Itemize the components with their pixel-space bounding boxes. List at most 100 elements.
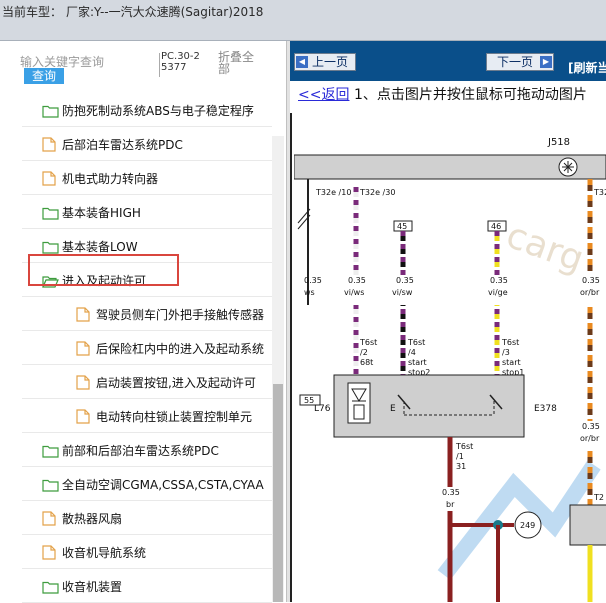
color-label-5: or/br (580, 288, 600, 297)
tree-item[interactable]: 后部泊车雷达系统PDC (22, 127, 272, 161)
box-45-label: 45 (397, 222, 407, 231)
device-l76: L76 (314, 404, 331, 414)
instruction-row: <<返回 1、点击图片并按住鼠标可拖动动图片 (290, 81, 606, 105)
bottom-pin-c: 31 (456, 462, 466, 471)
pin-label-2a: T6st (359, 338, 377, 347)
tree-item-label: 散热器风扇 (62, 512, 123, 526)
tree-item[interactable]: 启动装置按钮,进入及起动许可 (22, 365, 272, 399)
diagram-frame (290, 113, 292, 602)
tree-item-label: 后部泊车雷达系统PDC (62, 138, 183, 152)
prev-page-label: 上一页 (312, 55, 349, 69)
tree-item-label: 基本装备LOW (62, 240, 138, 254)
pc-code: PC.30-25377 (161, 51, 200, 73)
selected-item-highlight (28, 254, 179, 286)
tree-item[interactable]: 前部和后部泊车雷达系统PDC (22, 433, 272, 467)
box-55-label: 55 (304, 396, 314, 405)
connector-label-2: T32e /30 (359, 188, 395, 197)
gauge-label-1: 0.35 (304, 276, 322, 285)
right-color: or/br (580, 434, 600, 443)
pin-label-3a: T6st (407, 338, 425, 347)
refresh-link[interactable]: [刷新当 (568, 59, 606, 76)
file-icon (42, 545, 58, 560)
pin-label-2b: /2 (360, 348, 368, 357)
folder-icon (42, 477, 59, 492)
tree-item[interactable]: 防抱死制动系统ABS与电子稳定程序 (22, 93, 272, 127)
resistor (353, 404, 365, 420)
next-page-button[interactable]: 下一页 ▶ (486, 53, 554, 71)
right-gauge: 0.35 (582, 422, 600, 431)
device-e378: E378 (534, 404, 557, 414)
tree-item[interactable]: 收音机导航系统 (22, 535, 272, 569)
box-46-label: 46 (491, 222, 501, 231)
color-label-1: ws (304, 288, 315, 297)
connector-label-1: T32e /10 (315, 188, 351, 197)
right-module (569, 504, 606, 546)
prev-page-button[interactable]: ◀ 上一页 (294, 53, 356, 71)
ground-label: 249 (520, 521, 535, 530)
file-icon (76, 375, 92, 390)
color-label-2: vi/ws (344, 288, 364, 297)
search-button[interactable]: 查询 (24, 68, 64, 84)
tree-item-label: 基本装备HIGH (62, 206, 141, 220)
pin-label-4a: T6st (501, 338, 519, 347)
bottom-gauge: 0.35 (442, 488, 460, 497)
gauge-label-3: 0.35 (396, 276, 414, 285)
file-icon (76, 341, 92, 356)
pin-label-4b: /3 (502, 348, 510, 357)
nav-bar: ◀ 上一页 下一页 ▶ [刷新当 (290, 41, 606, 81)
device-e: E (390, 404, 396, 414)
tree-item[interactable]: 后保险杠内中的进入及起动系统 (22, 331, 272, 365)
tree-item[interactable]: 全自动空调CGMA,CSSA,CSTA,CYAA (22, 467, 272, 501)
wiring-diagram[interactable]: carg J518 T32e /10 0.35 ws 55 T32e /30 0… (294, 105, 606, 602)
current-model-label: 当前车型： (2, 5, 63, 19)
folder-icon (42, 579, 59, 594)
color-label-4: vi/ge (488, 288, 508, 297)
pin-label-2c: 68t (360, 358, 373, 367)
tree-item[interactable]: 机电式助力转向器 (22, 161, 272, 195)
tree-item-label: 机电式助力转向器 (62, 172, 159, 186)
tree-item-label: 后保险杠内中的进入及起动系统 (96, 342, 265, 356)
watermark: carg (501, 215, 589, 281)
tree-item[interactable]: 电动转向柱锁止装置控制单元 (22, 399, 272, 433)
folder-icon (42, 205, 59, 220)
divider (159, 53, 160, 77)
header-bar: 当前车型： 厂家:Y--一汽大众速腾(Sagitar)2018 (0, 0, 606, 41)
current-model: 当前车型： 厂家:Y--一汽大众速腾(Sagitar)2018 (2, 3, 263, 20)
tree-item[interactable]: 散热器风扇 (22, 501, 272, 535)
pin-label-3c: start (408, 358, 427, 367)
gauge-label-5: 0.35 (582, 276, 600, 285)
component-j518: J518 (547, 137, 570, 148)
file-icon (76, 409, 92, 424)
tree-item[interactable]: 基本装备HIGH (22, 195, 272, 229)
tree-item-label: 防抱死制动系统ABS与电子稳定程序 (62, 104, 254, 118)
pin-label-4c: start (502, 358, 521, 367)
file-icon (42, 171, 58, 186)
back-link[interactable]: <<返回 (298, 84, 349, 104)
file-icon (76, 307, 92, 322)
tree-item-label: 收音机装置 (62, 580, 123, 594)
instruction-text: 1、点击图片并按住鼠标可拖动动图片 (354, 87, 587, 103)
tree-item-label: 前部和后部泊车雷达系统PDC (62, 444, 219, 458)
search-area: 输入关键字查询 查询 PC.30-25377 折叠全部 (0, 41, 286, 95)
fold-all-button[interactable]: 折叠全部 (218, 51, 258, 75)
connector-label-3: T32 (593, 188, 606, 197)
folder-icon (42, 239, 59, 254)
gauge-label-4: 0.35 (490, 276, 508, 285)
file-icon (42, 137, 58, 152)
current-model-value: 厂家:Y--一汽大众速腾(Sagitar)2018 (66, 5, 264, 19)
gauge-label-2: 0.35 (348, 276, 366, 285)
file-icon (42, 511, 58, 526)
tree-item-label: 驾驶员侧车门外把手接触传感器 (96, 308, 265, 322)
arrow-left-icon: ◀ (296, 56, 308, 68)
tree-item[interactable]: 收音机装置 (22, 569, 272, 603)
bottom-pin-a: T6st (455, 442, 473, 451)
right-panel: ◀ 上一页 下一页 ▶ [刷新当 <<返回 1、点击图片并按住鼠标可拖动动图片 … (290, 41, 606, 602)
tree-item-label: 电动转向柱锁止装置控制单元 (96, 410, 253, 424)
right-pin-t2: T2 (593, 493, 604, 502)
folder-icon (42, 443, 59, 458)
scrollbar[interactable] (272, 136, 284, 602)
tree-item[interactable]: 驾驶员侧车门外把手接触传感器 (22, 297, 272, 331)
scrollbar-thumb[interactable] (273, 384, 283, 602)
next-page-label: 下一页 (497, 55, 534, 69)
bottom-pin-b: /1 (456, 452, 464, 461)
